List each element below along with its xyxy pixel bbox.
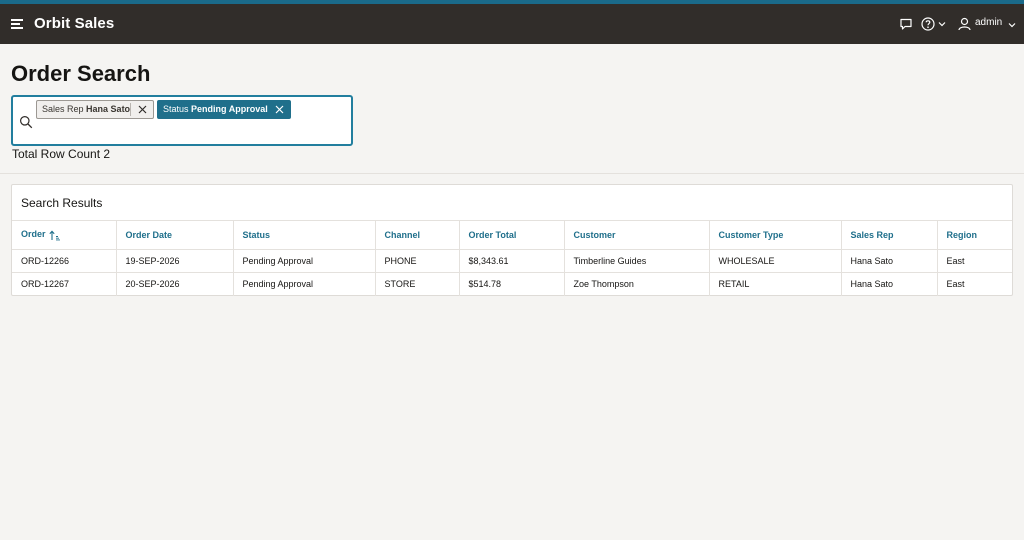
cell-order-total: $514.78 [459,272,565,296]
cell-region: East [937,272,1012,296]
region-divider [0,173,1024,174]
user-icon [958,17,971,31]
sort-ascending-icon [48,230,60,240]
column-header-customer[interactable]: Customer [564,220,710,250]
filter-chip-value: Hana Sato [86,104,131,114]
cell-sales-rep: Hana Sato [841,272,938,296]
chevron-down-icon [1008,23,1016,28]
column-header-status[interactable]: Status [233,220,376,250]
user-menu-button[interactable]: admin [958,16,1018,32]
column-header-sales-rep[interactable]: Sales Rep [841,220,938,250]
column-header-order-total[interactable]: Order Total [459,220,565,250]
search-input[interactable]: Sales Rep Hana Sato Status Pending Appro… [11,95,353,146]
cell-sales-rep: Hana Sato [841,249,938,273]
column-header-region[interactable]: Region [937,220,1012,250]
chevron-down-icon [938,22,946,27]
cell-order: ORD-12266 [12,249,117,273]
cell-channel: PHONE [375,249,460,273]
remove-filter-icon[interactable] [273,103,286,116]
filter-chip-label: Status [163,104,189,114]
cell-status: Pending Approval [233,272,376,296]
search-results-region: Search Results Order Order Date Status C… [11,184,1013,296]
cell-order-total: $8,343.61 [459,249,565,273]
table-header-row: Order Order Date Status Channel Order To… [12,220,1012,250]
cell-order-date: 19-SEP-2026 [116,249,234,273]
menu-icon[interactable] [11,18,25,30]
cell-customer-type: WHOLESALE [709,249,842,273]
search-icon [20,116,33,129]
user-name: admin [975,17,1003,28]
page-title: Order Search [11,61,151,86]
cell-order: ORD-12267 [12,272,117,296]
cell-status: Pending Approval [233,249,376,273]
table-row[interactable]: ORD-12266 19-SEP-2026 Pending Approval P… [12,249,1012,273]
chip-divider [130,103,131,116]
top-bar: Orbit Sales admin [0,0,1024,44]
cell-channel: STORE [375,272,460,296]
cell-customer-type: RETAIL [709,272,842,296]
column-header-channel[interactable]: Channel [375,220,460,250]
remove-filter-icon[interactable] [136,103,149,116]
results-title: Search Results [21,196,103,210]
results-table: Order Order Date Status Channel Order To… [12,220,1012,296]
column-header-order[interactable]: Order [12,220,117,250]
filter-chip-sales-rep[interactable]: Sales Rep Hana Sato [36,100,154,119]
total-row-count: Total Row Count 2 [12,147,111,161]
column-header-order-date[interactable]: Order Date [116,220,234,250]
column-header-customer-type[interactable]: Customer Type [709,220,842,250]
help-menu-button[interactable] [921,16,947,32]
app-title[interactable]: Orbit Sales [34,15,114,32]
chat-icon[interactable] [899,17,913,31]
filter-chip-label: Sales Rep [42,104,84,114]
table-row[interactable]: ORD-12267 20-SEP-2026 Pending Approval S… [12,272,1012,296]
filter-chip-status[interactable]: Status Pending Approval [157,100,291,119]
help-icon [921,17,935,31]
cell-region: East [937,249,1012,273]
filter-chip-value: Pending Approval [191,104,268,114]
cell-customer: Timberline Guides [564,249,710,273]
cell-order-date: 20-SEP-2026 [116,272,234,296]
cell-customer: Zoe Thompson [564,272,710,296]
